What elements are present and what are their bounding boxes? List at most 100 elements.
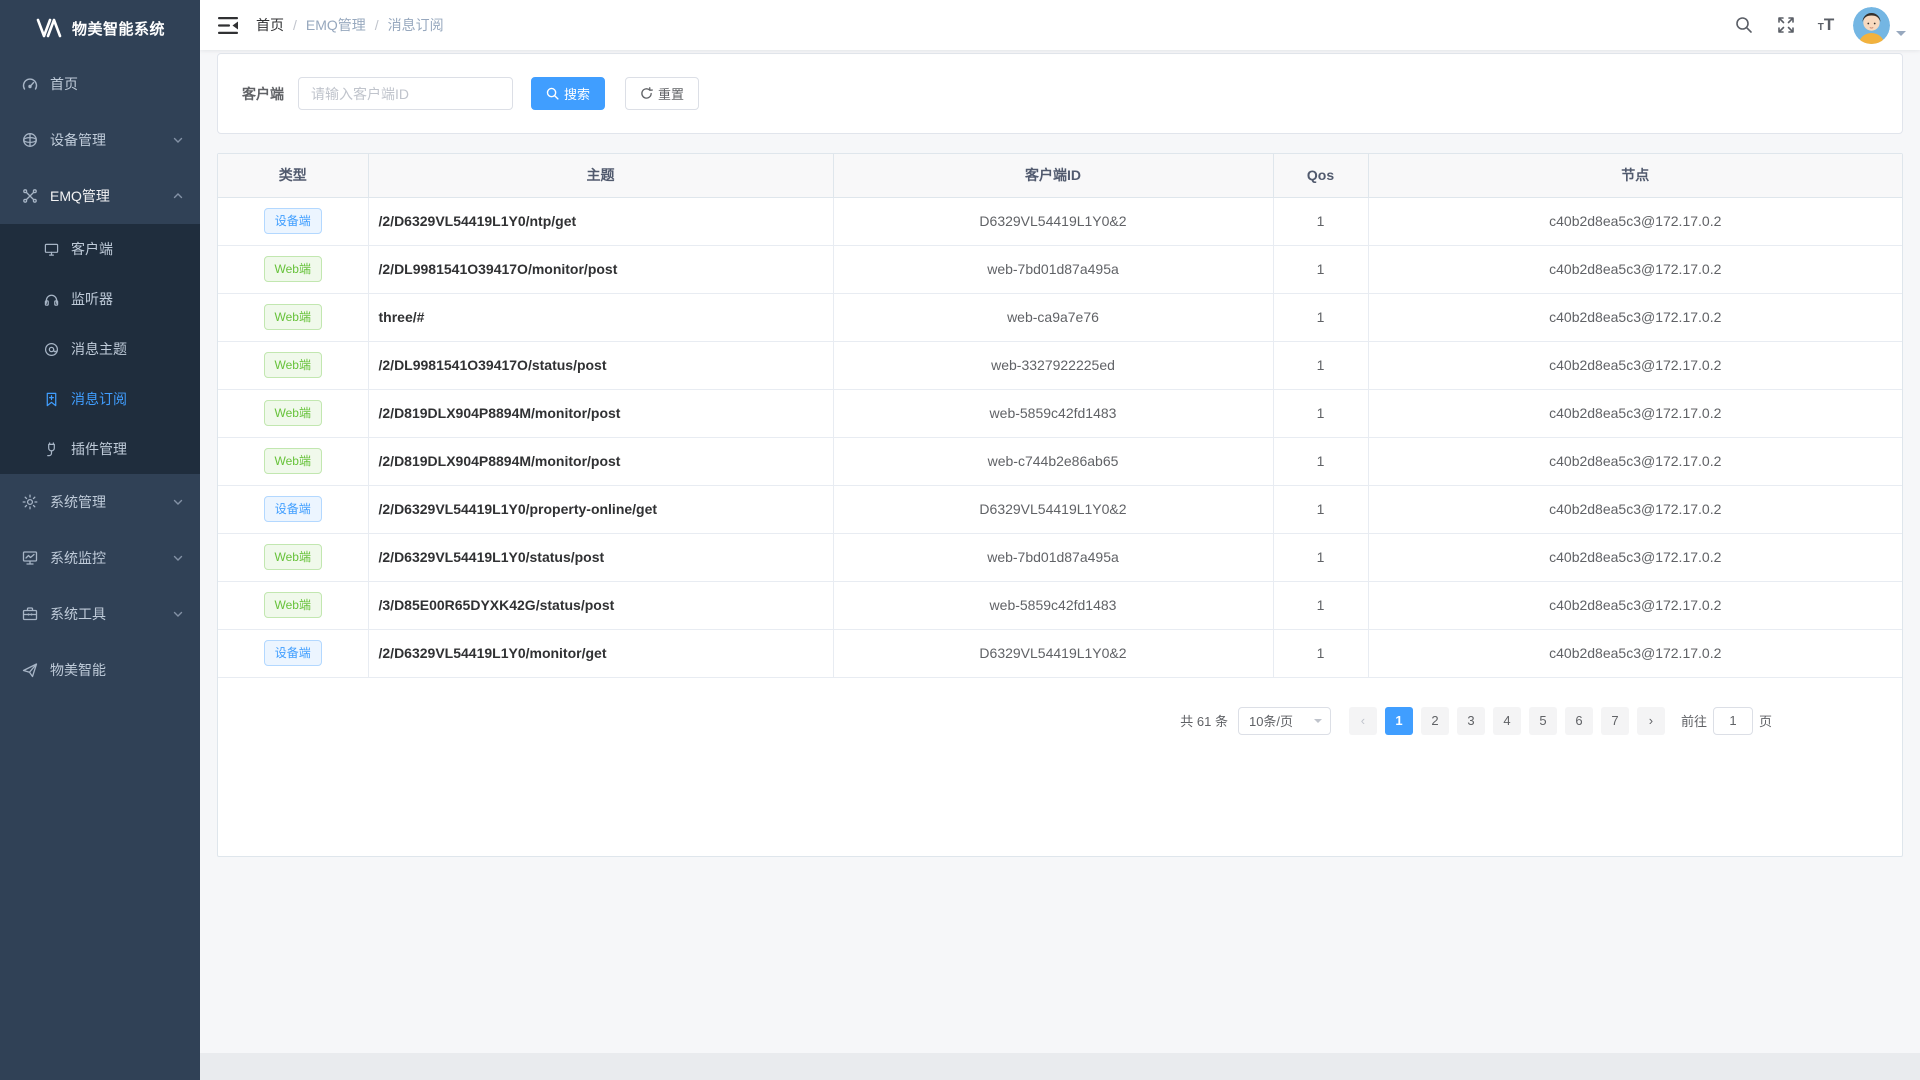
breadcrumb-separator: /: [293, 17, 297, 33]
emq-icon: [22, 188, 38, 204]
app-logo[interactable]: 物美智能系统: [0, 0, 200, 56]
avatar: [1853, 7, 1890, 44]
client-id-cell: web-ca9a7e76: [833, 293, 1273, 341]
type-tag: 设备端: [264, 496, 322, 522]
qos-cell: 1: [1273, 389, 1368, 437]
type-tag: Web端: [264, 352, 322, 378]
page-button-1[interactable]: 1: [1385, 707, 1413, 735]
pagination: 共 61 条 10条/页 ‹ 1 2 3 4 5 6 7 › 前往 页: [218, 707, 1772, 735]
topic-cell: /2/D6329VL54419L1Y0/status/post: [368, 533, 833, 581]
page-button-4[interactable]: 4: [1493, 707, 1521, 735]
sidebar-item-label: 插件管理: [71, 439, 127, 459]
page-size-value: 10条/页: [1249, 711, 1293, 730]
node-cell: c40b2d8ea5c3@172.17.0.2: [1368, 581, 1902, 629]
sidebar-item-wumei-smart[interactable]: 物美智能: [0, 642, 200, 698]
sidebar-toggle-icon[interactable]: [218, 17, 238, 34]
sidebar-item-message-subscribe[interactable]: 消息订阅: [0, 374, 200, 424]
page-button-7[interactable]: 7: [1601, 707, 1629, 735]
gear-icon: [22, 494, 38, 510]
goto-unit: 页: [1759, 711, 1772, 730]
devices-icon: [22, 132, 38, 148]
topic-cell: /2/D6329VL54419L1Y0/property-online/get: [368, 485, 833, 533]
client-id-cell: web-7bd01d87a495a: [833, 245, 1273, 293]
topic-cell: /2/D6329VL54419L1Y0/monitor/get: [368, 629, 833, 677]
emq-submenu: 客户端 监听器 消息主题 消息订阅: [0, 224, 200, 474]
fullscreen-icon[interactable]: [1769, 0, 1803, 50]
font-size-icon[interactable]: [1811, 15, 1841, 35]
table-row: 设备端 /2/D6329VL54419L1Y0/property-online/…: [218, 485, 1902, 533]
sidebar-menu: 首页 设备管理 EMQ管理 客户端: [0, 56, 200, 698]
sidebar-item-label: EMQ管理: [50, 186, 160, 206]
page-button-6[interactable]: 6: [1565, 707, 1593, 735]
page-size-select[interactable]: 10条/页: [1238, 707, 1331, 735]
search-icon: [546, 87, 559, 100]
type-tag: Web端: [264, 304, 322, 330]
navbar-actions: [1727, 0, 1920, 50]
next-page-button[interactable]: ›: [1637, 707, 1665, 735]
app-title: 物美智能系统: [72, 18, 165, 39]
search-button[interactable]: 搜索: [531, 77, 605, 110]
header-topic: 主题: [368, 154, 833, 197]
qos-cell: 1: [1273, 197, 1368, 245]
sidebar-item-plugin-mgmt[interactable]: 插件管理: [0, 424, 200, 474]
chevron-down-icon: [172, 134, 184, 146]
type-tag: Web端: [264, 448, 322, 474]
client-id-input[interactable]: [298, 77, 513, 110]
sidebar-item-system-tools[interactable]: 系统工具: [0, 586, 200, 642]
table-row: Web端 /3/D85E00R65DYXK42G/status/post web…: [218, 581, 1902, 629]
table-row: 设备端 /2/D6329VL54419L1Y0/ntp/get D6329VL5…: [218, 197, 1902, 245]
logo-icon: [36, 17, 62, 39]
sidebar-item-message-topic[interactable]: 消息主题: [0, 324, 200, 374]
search-icon[interactable]: [1727, 0, 1761, 50]
goto-page-input[interactable]: [1713, 707, 1753, 735]
client-id-cell: web-7bd01d87a495a: [833, 533, 1273, 581]
client-id-cell: web-3327922225ed: [833, 341, 1273, 389]
sidebar-item-emq-mgmt[interactable]: EMQ管理: [0, 168, 200, 224]
sidebar-item-system-mgmt[interactable]: 系统管理: [0, 474, 200, 530]
sidebar-item-home[interactable]: 首页: [0, 56, 200, 112]
sidebar-item-label: 首页: [50, 74, 184, 94]
chevron-down-icon: [172, 552, 184, 564]
search-form: 客户端 搜索 重置: [217, 53, 1903, 134]
qos-cell: 1: [1273, 341, 1368, 389]
sidebar-item-listener[interactable]: 监听器: [0, 274, 200, 324]
client-icon: [44, 242, 59, 257]
table-row: Web端 /2/DL9981541O39417O/status/post web…: [218, 341, 1902, 389]
prev-page-button[interactable]: ‹: [1349, 707, 1377, 735]
qos-cell: 1: [1273, 293, 1368, 341]
sidebar-item-device-mgmt[interactable]: 设备管理: [0, 112, 200, 168]
sidebar-item-system-monitor[interactable]: 系统监控: [0, 530, 200, 586]
topic-icon: [44, 342, 59, 357]
breadcrumb-separator: /: [375, 17, 379, 33]
node-cell: c40b2d8ea5c3@172.17.0.2: [1368, 293, 1902, 341]
reset-button[interactable]: 重置: [625, 77, 699, 110]
table-body: 设备端 /2/D6329VL54419L1Y0/ntp/get D6329VL5…: [218, 197, 1902, 677]
sidebar-item-client[interactable]: 客户端: [0, 224, 200, 274]
sidebar: 物美智能系统 首页 设备管理 EMQ管理: [0, 0, 200, 1080]
breadcrumb-home[interactable]: 首页: [256, 15, 284, 35]
subscriptions-table: 类型 主题 客户端ID Qos 节点 设备端 /2/D6329VL54419L1…: [218, 154, 1902, 678]
header-qos: Qos: [1273, 154, 1368, 197]
page-button-2[interactable]: 2: [1421, 707, 1449, 735]
chevron-up-icon: [172, 190, 184, 202]
qos-cell: 1: [1273, 245, 1368, 293]
table-header-row: 类型 主题 客户端ID Qos 节点: [218, 154, 1902, 197]
breadcrumb: 首页 / EMQ管理 / 消息订阅: [256, 15, 444, 35]
page-button-5[interactable]: 5: [1529, 707, 1557, 735]
monitor-chart-icon: [22, 550, 38, 566]
page-button-3[interactable]: 3: [1457, 707, 1485, 735]
node-cell: c40b2d8ea5c3@172.17.0.2: [1368, 533, 1902, 581]
user-menu[interactable]: [1853, 7, 1906, 44]
qos-cell: 1: [1273, 485, 1368, 533]
client-field-label: 客户端: [242, 84, 284, 104]
node-cell: c40b2d8ea5c3@172.17.0.2: [1368, 437, 1902, 485]
sidebar-item-label: 消息订阅: [71, 389, 127, 409]
goto-page: 前往 页: [1681, 707, 1772, 735]
sidebar-item-label: 设备管理: [50, 130, 160, 150]
listener-icon: [44, 292, 59, 307]
node-cell: c40b2d8ea5c3@172.17.0.2: [1368, 389, 1902, 437]
paper-plane-icon: [22, 662, 38, 678]
chevron-down-icon: [1896, 31, 1906, 41]
chevron-down-icon: [172, 608, 184, 620]
goto-label: 前往: [1681, 711, 1707, 730]
